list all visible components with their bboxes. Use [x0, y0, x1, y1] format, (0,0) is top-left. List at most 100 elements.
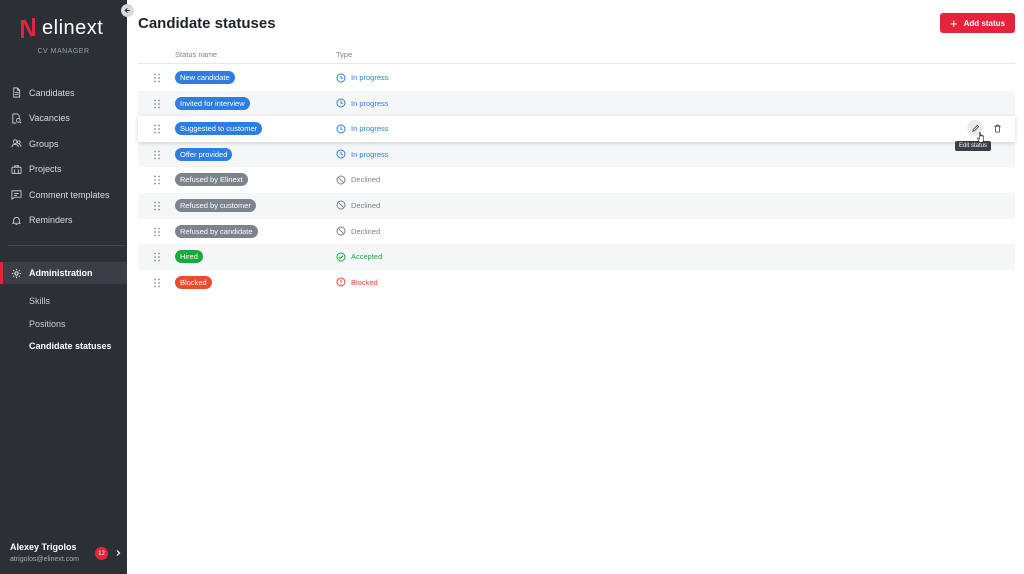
status-type: In progress	[336, 97, 389, 110]
drag-handle-icon[interactable]	[153, 278, 161, 288]
table-row[interactable]: Offer provided In progress	[138, 141, 1015, 168]
sidebar-item-administration[interactable]: Administration	[0, 262, 127, 284]
table-row[interactable]: Invited for interview In progress	[138, 90, 1015, 117]
user-profile[interactable]: Alexey Trigolos atrigolos@elinext.com 12	[10, 542, 125, 563]
sidebar: elinext CV MANAGER Candidates Vacancies …	[0, 0, 134, 574]
main-nav: Candidates Vacancies Groups Projects Com…	[0, 80, 127, 233]
table-row[interactable]: Blocked Blocked	[138, 270, 1015, 296]
status-chip: Hired	[175, 250, 203, 264]
notification-badge[interactable]: 12	[95, 547, 108, 560]
sidebar-divider	[8, 245, 127, 246]
sidebar-item-label: Groups	[29, 138, 59, 149]
status-type: Declined	[336, 225, 380, 238]
table-row[interactable]: Refused by Elinext Declined	[138, 167, 1015, 193]
blocked-circle-icon	[336, 175, 346, 185]
blocked-circle-icon	[336, 226, 346, 236]
sidebar-item-projects[interactable]: Projects	[0, 157, 127, 183]
collapse-sidebar-button[interactable]	[121, 4, 134, 17]
column-header-status-name: Status name	[175, 50, 218, 59]
drag-handle-icon[interactable]	[153, 227, 161, 237]
table-row[interactable]: Suggested to customer In progress Edit sta…	[138, 116, 1015, 152]
status-type: Declined	[336, 173, 380, 186]
admin-subnav: Skills Positions Candidate statuses	[29, 290, 112, 358]
plus-icon: +	[950, 15, 958, 31]
status-chip: Suggested to customer	[175, 122, 263, 136]
gear-icon	[11, 268, 22, 278]
table-row[interactable]: Refused by candidate Declined	[138, 219, 1015, 245]
status-chip: Offer provided	[175, 147, 233, 161]
logo[interactable]: elinext	[20, 14, 110, 42]
drag-handle-icon[interactable]	[153, 124, 161, 134]
clock-icon	[336, 98, 346, 108]
trash-icon	[993, 124, 1001, 133]
user-email: atrigolos@elinext.com	[10, 556, 79, 563]
table-row[interactable]: Hired Accepted	[138, 244, 1015, 270]
sidebar-item-label: Candidates	[29, 87, 75, 98]
status-chip: Refused by customer	[175, 198, 256, 212]
drag-handle-icon[interactable]	[153, 73, 161, 83]
status-type-label: In progress	[351, 124, 389, 134]
statuses-table: Status name Type New candidate In progres…	[138, 44, 1015, 289]
sidebar-item-candidates[interactable]: Candidates	[0, 80, 127, 106]
main-content: Candidate statuses + Add status Status n…	[127, 0, 1024, 574]
status-type-label: In progress	[351, 73, 389, 82]
blocked-circle-icon	[336, 200, 346, 210]
logo-text: elinext	[42, 16, 104, 39]
briefcase-icon	[11, 165, 22, 174]
chevron-right-icon[interactable]	[114, 549, 122, 557]
table-row[interactable]: New candidate In progress	[138, 65, 1015, 91]
sidebar-item-comment-templates[interactable]: Comment templates	[0, 182, 127, 208]
status-type-label: Blocked	[351, 277, 378, 287]
drag-handle-icon[interactable]	[153, 201, 161, 211]
delete-status-button[interactable]	[989, 120, 1005, 136]
table-row[interactable]: Refused by customer Declined	[138, 192, 1015, 219]
add-status-button[interactable]: + Add status	[940, 13, 1015, 33]
bell-icon	[11, 216, 22, 225]
drag-handle-icon[interactable]	[153, 175, 161, 185]
sidebar-subitem-candidate-statuses[interactable]: Candidate statuses	[29, 335, 112, 358]
table-header: Status name Type	[138, 44, 1015, 64]
sidebar-item-label: Projects	[29, 164, 62, 175]
status-type: Accepted	[336, 250, 382, 263]
status-chip: Invited for interview	[175, 96, 250, 110]
document-icon	[13, 87, 21, 98]
mouse-cursor-icon	[977, 132, 984, 143]
status-type: In progress	[336, 122, 389, 135]
clock-icon	[336, 124, 346, 134]
status-type-label: In progress	[351, 149, 389, 159]
sidebar-item-label: Comment templates	[29, 189, 110, 200]
status-type: Blocked	[336, 276, 378, 289]
app-subtitle: CV MANAGER	[37, 48, 90, 55]
sidebar-item-label: Administration	[29, 268, 93, 278]
status-chip: Refused by candidate	[175, 224, 258, 238]
sidebar-item-label: Reminders	[29, 215, 73, 226]
user-name: Alexey Trigolos	[10, 542, 77, 552]
status-type: Declined	[336, 199, 380, 212]
status-type-label: Accepted	[351, 252, 383, 262]
sidebar-item-vacancies[interactable]: Vacancies	[0, 106, 127, 132]
status-type-label: Declined	[351, 226, 381, 236]
drag-handle-icon[interactable]	[153, 252, 161, 262]
users-icon	[11, 139, 22, 148]
search-doc-icon	[12, 113, 22, 124]
alert-circle-icon	[336, 277, 346, 287]
comment-icon	[11, 190, 22, 201]
drag-handle-icon[interactable]	[153, 99, 161, 109]
status-type-label: Declined	[351, 175, 381, 185]
page-title: Candidate statuses	[138, 15, 276, 32]
table-body: New candidate In progress Invited for inte…	[138, 65, 1015, 295]
status-chip: New candidate	[175, 71, 235, 84]
clock-icon	[336, 149, 346, 159]
status-chip: Refused by Elinext	[175, 173, 248, 187]
clock-icon	[336, 73, 346, 82]
drag-handle-icon[interactable]	[153, 150, 161, 160]
logo-mark-icon	[21, 18, 35, 38]
sidebar-subitem-skills[interactable]: Skills	[29, 290, 112, 313]
sidebar-item-label: Vacancies	[29, 113, 70, 124]
sidebar-subitem-positions[interactable]: Positions	[29, 313, 112, 336]
status-type-label: Declined	[351, 200, 381, 210]
check-circle-icon	[336, 252, 346, 262]
sidebar-item-groups[interactable]: Groups	[0, 131, 127, 157]
arrow-left-icon	[124, 8, 130, 13]
sidebar-item-reminders[interactable]: Reminders	[0, 208, 127, 234]
